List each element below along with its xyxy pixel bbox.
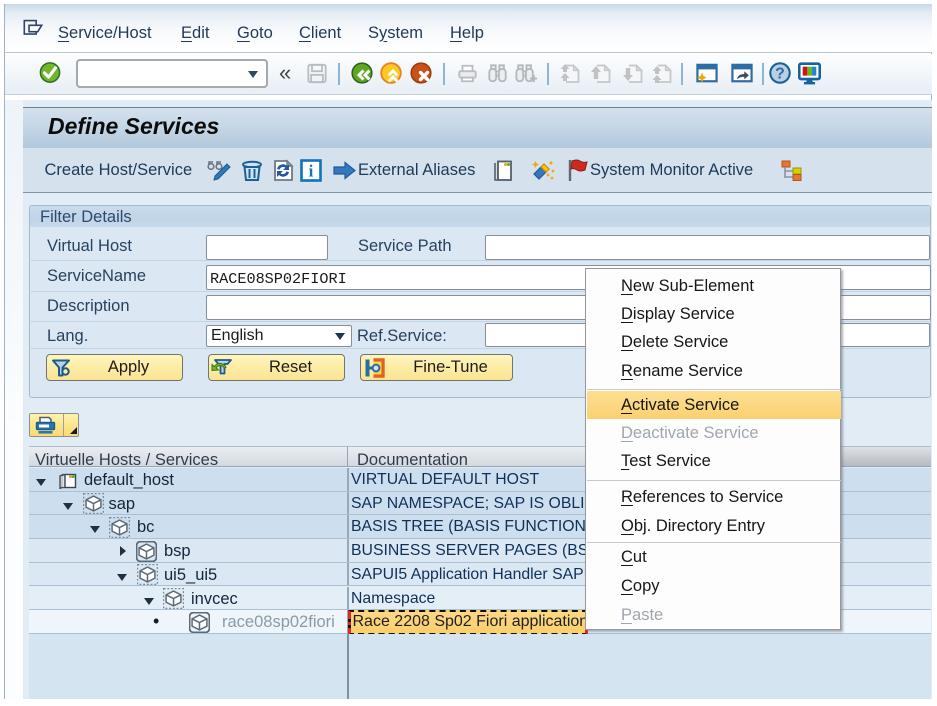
svg-text:i: i — [309, 162, 314, 181]
svg-text:?: ? — [775, 66, 785, 83]
